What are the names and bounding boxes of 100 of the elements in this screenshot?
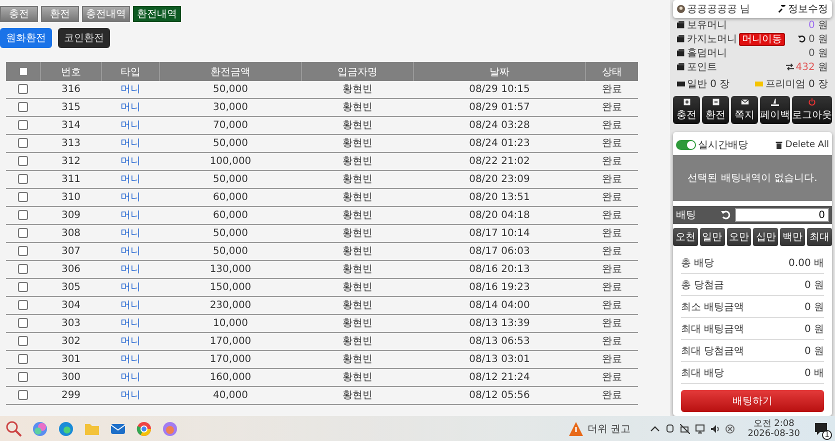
camera-off-icon[interactable] [680,424,690,434]
table-cell: 313 [61,138,81,148]
swirl-app-icon[interactable] [162,420,178,436]
table-cell: 312 [61,156,81,166]
browser-icon[interactable] [58,420,74,436]
wallet-icon [677,35,685,44]
table-cell: 황현빈 [342,264,372,274]
summary-value: 0.00 배 [788,256,824,270]
row-checkbox[interactable] [18,336,28,346]
row-checkbox[interactable] [18,372,28,382]
volume-icon[interactable] [710,424,720,434]
table-cell: 머니 [120,318,140,328]
edit-profile-link[interactable]: 정보수정 [778,2,828,16]
balance-value: 0 원 [808,19,828,32]
bet-label: 배팅 [676,209,697,222]
table-cell: 머니 [120,282,140,292]
close-circle-icon[interactable] [724,424,735,434]
table-cell: 완료 [602,372,622,382]
table-cell: 머니 [120,300,140,310]
row-checkbox[interactable] [18,246,28,256]
row-checkbox[interactable] [18,228,28,238]
row-checkbox[interactable] [18,84,28,94]
row-checkbox[interactable] [18,282,28,292]
chevron-up-icon[interactable] [650,424,660,434]
table-cell: 308 [61,228,81,238]
warning-icon[interactable] [568,420,584,436]
action-button[interactable]: 페이백 [760,96,790,124]
action-button[interactable]: 환전 [702,96,729,124]
table-cell: 머니 [120,354,140,364]
table-cell: 황현빈 [342,156,372,166]
quick-amount-button[interactable]: 오천 [673,228,698,246]
chrome-icon[interactable] [136,420,152,436]
quick-amount-button[interactable]: 백만 [780,228,806,246]
sub-tab[interactable]: 코인환전 [58,28,110,48]
table-cell: 황현빈 [342,174,372,184]
weather-text[interactable]: 더위 권고 [588,422,631,436]
row-checkbox[interactable] [18,264,28,274]
tray-icon[interactable] [664,424,675,434]
action-button[interactable]: 로그아웃 [792,96,832,124]
swap-icon[interactable] [786,63,794,72]
action-button[interactable]: 쪽지 [731,96,758,124]
summary-value: 0 원 [804,344,824,358]
row-checkbox[interactable] [18,102,28,112]
table-cell: 314 [61,120,81,130]
tab[interactable]: 환전내역 [133,6,181,22]
table-cell: 08/24 03:28 [469,120,530,130]
action-button[interactable]: 충전 [673,96,700,124]
row-checkbox[interactable] [18,390,28,400]
table-cell: 머니 [120,228,140,238]
coupon-count: 프리미엄 0 장 [765,78,828,92]
date-text: 2026-08-30 [748,428,800,438]
live-toggle[interactable] [676,140,696,150]
table-cell: 304 [61,300,81,310]
table-cell: 황현빈 [342,390,372,400]
table-cell: 30,000 [213,102,248,112]
clock[interactable]: 오전 2:08 2026-08-30 [748,418,800,438]
wallet-icon [677,63,685,72]
sub-tab[interactable]: 원화환전 [0,28,52,48]
refresh-icon[interactable] [798,35,806,44]
network-icon[interactable] [694,424,705,434]
user-name: 공공공공공 님 [687,3,750,16]
select-all-checkbox[interactable] [20,68,26,75]
table-cell: 완료 [602,300,622,310]
row-checkbox[interactable] [18,210,28,220]
table-cell: 황현빈 [342,210,372,220]
quick-amount-button[interactable]: 오만 [726,228,752,246]
reset-icon[interactable] [721,210,731,220]
quick-amount-button[interactable]: 십만 [753,228,778,246]
table-cell: 완료 [602,156,622,166]
quick-amount-button[interactable]: 일만 [700,228,725,246]
delete-all-button[interactable]: Delete All [775,140,829,150]
bet-amount-field[interactable]: 0 [735,208,829,222]
table-cell: 완료 [602,138,622,148]
table-cell: 황현빈 [342,192,372,202]
row-checkbox[interactable] [18,192,28,202]
row-checkbox[interactable] [18,156,28,166]
column-header: 상태 [586,62,638,81]
place-bet-button[interactable]: 배팅하기 [681,390,824,412]
table-cell: 08/24 01:23 [469,138,530,148]
ticket-icon [755,80,764,88]
move-money-button[interactable]: 머니이동 [739,32,785,46]
row-checkbox[interactable] [18,138,28,148]
summary-value: 0 배 [804,366,824,380]
row-checkbox[interactable] [18,354,28,364]
quick-amount-button[interactable]: 최대 [807,228,832,246]
table-cell: 160,000 [210,372,252,382]
table-cell: 60,000 [213,210,248,220]
row-checkbox[interactable] [18,300,28,310]
table-cell: 황현빈 [342,228,372,238]
table-cell: 완료 [602,390,622,400]
notification-icon[interactable] [813,420,829,436]
row-checkbox[interactable] [18,174,28,184]
table-cell: 머니 [120,192,140,202]
balance-label: 보유머니 [687,19,727,32]
swirl-app-icon[interactable] [32,420,48,436]
table-cell: 309 [61,210,81,220]
table-cell: 완료 [602,102,622,112]
row-checkbox[interactable] [18,120,28,130]
wallet-icon [677,49,685,58]
row-checkbox[interactable] [18,318,28,328]
